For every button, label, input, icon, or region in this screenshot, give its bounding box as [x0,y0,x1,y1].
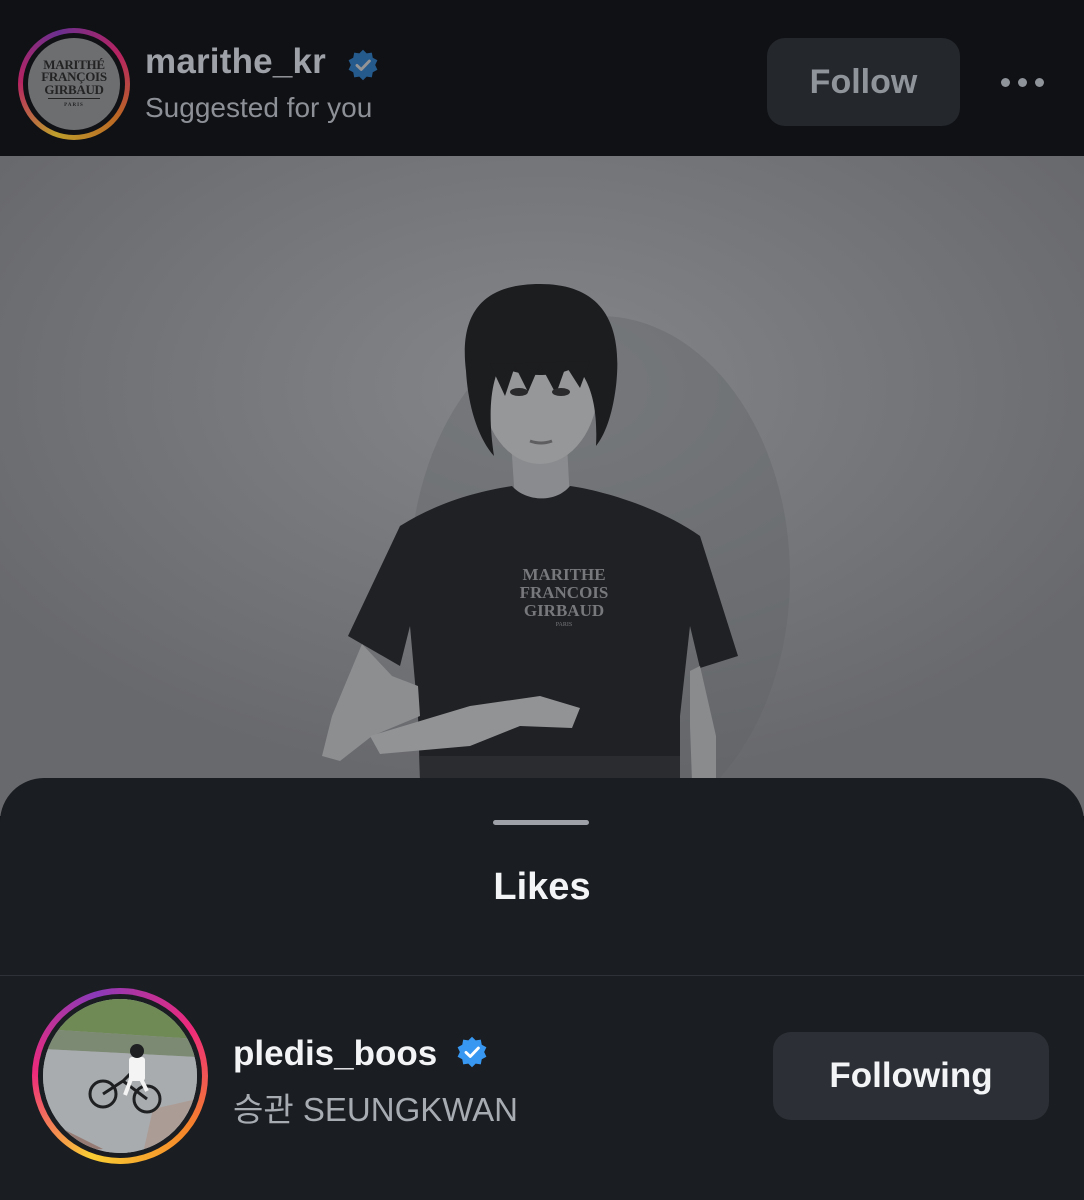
liker-display-name: 승관 SEUNGKWAN [233,1091,519,1128]
verified-badge-icon [457,1036,487,1068]
suggested-label: Suggested for you [145,92,373,123]
avatar[interactable] [43,999,197,1153]
story-ring[interactable]: MARITHÉ FRANÇOIS GIRBAUD PARIS [18,28,130,140]
svg-text:PARIS: PARIS [556,622,572,628]
follow-button[interactable]: Follow [767,38,960,126]
post-image[interactable]: MARITHE FRANCOIS GIRBAUD PARIS [0,156,1084,816]
avatar[interactable]: MARITHÉ FRANÇOIS GIRBAUD PARIS [28,38,120,130]
svg-text:MARITHE: MARITHE [522,565,605,584]
svg-text:FRANCOIS: FRANCOIS [520,583,609,602]
list-item[interactable]: pledis_boos 승관 SEUNGKWAN Following [0,976,1084,1200]
more-options-icon[interactable] [994,62,1050,102]
likes-sheet: Likes pledis_boos 승관 SEUNGKWAN Following [0,778,1084,1200]
sheet-grabber[interactable] [493,820,589,825]
sheet-title: Likes [493,866,591,908]
svg-text:GIRBAUD: GIRBAUD [524,601,604,620]
verified-badge-icon [348,49,378,81]
post-username[interactable]: marithe_kr [145,42,326,82]
person-photo: MARITHE FRANCOIS GIRBAUD PARIS [0,156,1084,816]
logo-line: PARIS [64,103,84,109]
logo-line: GIRBAUD [44,81,104,97]
story-ring[interactable] [32,988,208,1164]
following-button[interactable]: Following [773,1032,1049,1120]
avatar-photo [43,999,197,1153]
instagram-post-screen: MARITHÉ FRANÇOIS GIRBAUD PARIS marithe_k… [0,0,1084,1200]
post-header: MARITHÉ FRANÇOIS GIRBAUD PARIS marithe_k… [0,0,1084,156]
liker-username[interactable]: pledis_boos [233,1034,437,1074]
